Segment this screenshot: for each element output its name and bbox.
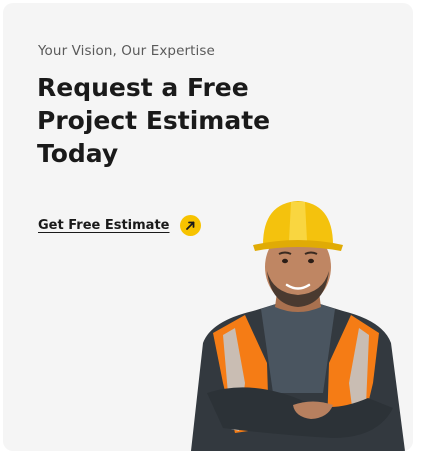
headline-line-3: Today [37,139,119,168]
headline-line-2: Project Estimate [37,106,271,135]
construction-worker-image [191,201,405,451]
estimate-card: Your Vision, Our Expertise Request a Fre… [3,3,413,451]
get-free-estimate-link[interactable]: Get Free Estimate [38,215,201,236]
headline-line-1: Request a Free [37,73,249,102]
tagline: Your Vision, Our Expertise [38,43,215,59]
cta-label[interactable]: Get Free Estimate [38,218,170,233]
page-title: Request a Free Project Estimate Today [37,71,297,170]
